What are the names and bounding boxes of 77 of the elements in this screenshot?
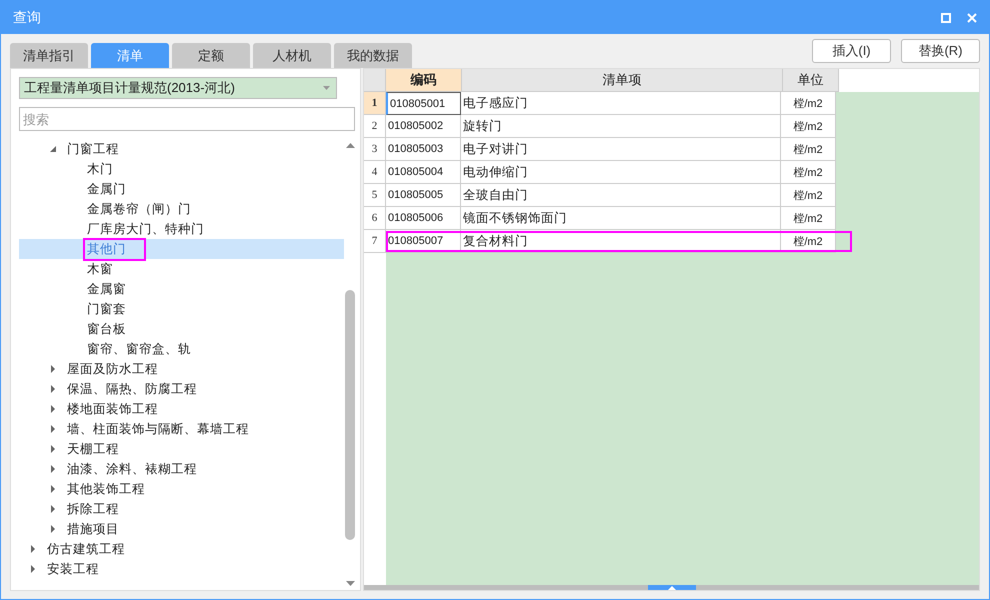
dropdown-caret-icon xyxy=(323,86,330,90)
close-icon[interactable] xyxy=(967,12,977,22)
table-cell: 旋转门 xyxy=(461,115,781,138)
splitter-handle[interactable] xyxy=(648,585,696,590)
table-cell: 010805001 xyxy=(386,92,461,115)
table-cell: 010805005 xyxy=(386,184,461,207)
tree-item[interactable]: 木门 xyxy=(83,158,117,180)
tab[interactable]: 人材机 xyxy=(253,43,331,68)
tree-item[interactable]: 墙、柱面装饰与隔断、幕墙工程 xyxy=(63,418,253,440)
collapsed-arrow-icon[interactable] xyxy=(49,485,57,493)
table-cell: 010805002 xyxy=(386,115,461,138)
table-cell: 樘/m2 xyxy=(781,138,836,161)
table-cell: 电子感应门 xyxy=(461,92,781,115)
table-cell: 电动伸缩门 xyxy=(461,161,781,184)
collapsed-arrow-icon[interactable] xyxy=(29,565,37,573)
tree-item[interactable]: 金属门 xyxy=(83,178,130,200)
table-cell: 全玻自由门 xyxy=(461,184,781,207)
maximize-icon[interactable] xyxy=(941,12,951,22)
table-cell: 镜面不锈钢饰面门 xyxy=(461,207,781,230)
search-field[interactable]: 搜索 xyxy=(19,107,355,131)
row-number[interactable]: 1 xyxy=(364,92,386,115)
table-cell: 樘/m2 xyxy=(781,161,836,184)
collapsed-arrow-icon[interactable] xyxy=(49,405,57,413)
action-button[interactable]: 插入(I) xyxy=(812,39,891,63)
tree-item[interactable]: 措施项目 xyxy=(63,518,123,540)
tree-item[interactable]: 拆除工程 xyxy=(63,498,123,520)
table-cell: 010805006 xyxy=(386,207,461,230)
tree-item[interactable]: 厂库房大门、特种门 xyxy=(83,218,208,240)
tree-item[interactable]: 安装工程 xyxy=(43,558,103,580)
tab[interactable]: 清单指引 xyxy=(10,43,88,68)
table-cell: 010805003 xyxy=(386,138,461,161)
row-number[interactable]: 2 xyxy=(364,115,386,138)
table-cell: 樘/m2 xyxy=(781,92,836,115)
tree-item[interactable]: 木窗 xyxy=(83,258,117,280)
collapsed-arrow-icon[interactable] xyxy=(49,365,57,373)
row-number[interactable]: 6 xyxy=(364,207,386,230)
row-number[interactable]: 5 xyxy=(364,184,386,207)
collapsed-arrow-icon[interactable] xyxy=(49,525,57,533)
scroll-down-icon[interactable] xyxy=(346,581,354,586)
expanded-arrow-icon[interactable] xyxy=(49,145,57,153)
tree-item[interactable]: 窗帘、窗帘盒、轨 xyxy=(83,338,195,360)
tree-item[interactable]: 门窗工程 xyxy=(63,139,123,160)
tree-item[interactable]: 其他装饰工程 xyxy=(63,478,149,500)
tree-item[interactable]: 窗台板 xyxy=(83,318,130,340)
table-cell: 010805004 xyxy=(386,161,461,184)
column-header[interactable]: 清单项 xyxy=(462,69,783,92)
collapsed-arrow-icon[interactable] xyxy=(49,465,57,473)
tab[interactable]: 定额 xyxy=(172,43,250,68)
tree-item[interactable]: 楼地面装饰工程 xyxy=(63,398,162,420)
library-dropdown[interactable]: 工程量清单项目计量规范(2013-河北) xyxy=(19,77,337,99)
column-header[interactable]: 编码 xyxy=(386,69,462,92)
column-header[interactable]: 单位 xyxy=(783,69,839,92)
table-cell: 樘/m2 xyxy=(781,207,836,230)
tree-item[interactable]: 门窗套 xyxy=(83,298,130,320)
collapsed-arrow-icon[interactable] xyxy=(49,425,57,433)
table-cell: 电子对讲门 xyxy=(461,138,781,161)
tree-item[interactable]: 仿古建筑工程 xyxy=(43,538,129,560)
row-number[interactable]: 4 xyxy=(364,161,386,184)
collapsed-arrow-icon[interactable] xyxy=(49,445,57,453)
tree-item[interactable]: 油漆、涂料、裱糊工程 xyxy=(63,458,201,480)
action-button[interactable]: 替换(R) xyxy=(901,39,980,63)
grid-corner-cell[interactable] xyxy=(364,69,386,92)
collapsed-arrow-icon[interactable] xyxy=(29,545,37,553)
collapsed-arrow-icon[interactable] xyxy=(49,505,57,513)
table-cell: 樘/m2 xyxy=(781,184,836,207)
collapsed-arrow-icon[interactable] xyxy=(49,385,57,393)
tree-item[interactable]: 金属窗 xyxy=(83,278,130,300)
tree-item[interactable]: 金属卷帘（闸）门 xyxy=(83,198,195,220)
window-title: 查询 xyxy=(13,8,41,26)
row-number[interactable]: 7 xyxy=(364,230,386,253)
tab[interactable]: 我的数据 xyxy=(334,43,412,68)
table-cell: 樘/m2 xyxy=(781,115,836,138)
tree-item[interactable]: 天棚工程 xyxy=(63,438,123,460)
row-number[interactable]: 3 xyxy=(364,138,386,161)
tree-item[interactable]: 屋面及防水工程 xyxy=(63,358,162,380)
scroll-up-icon[interactable] xyxy=(346,143,354,148)
tree-item[interactable]: 保温、隔热、防腐工程 xyxy=(63,378,201,400)
